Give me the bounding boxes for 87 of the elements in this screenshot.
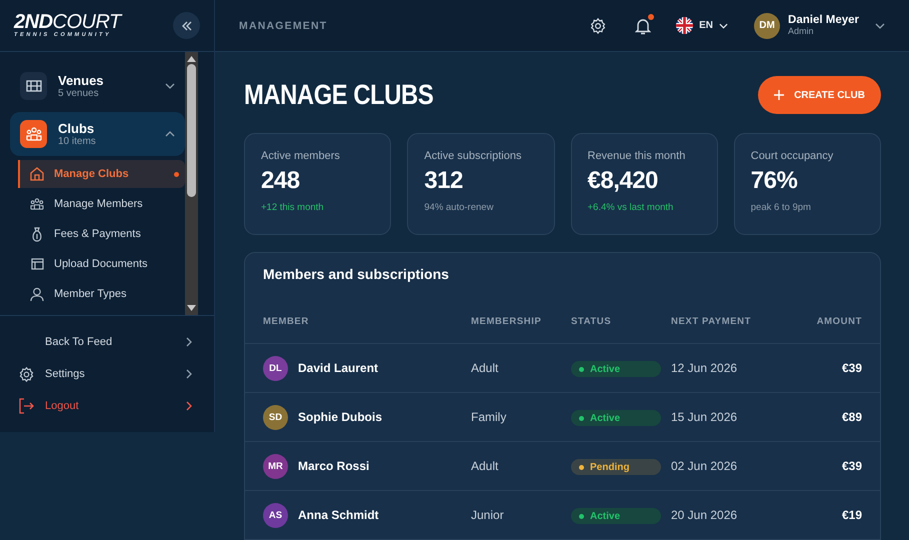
settings-icon	[18, 366, 35, 382]
stat-note: +6.4% vs last month	[588, 202, 674, 213]
money-bag-icon	[31, 226, 43, 242]
house-icon	[30, 167, 44, 181]
people-icon	[30, 198, 44, 210]
language-selector[interactable]: EN	[676, 17, 728, 34]
member-avatar: DL	[263, 356, 288, 380]
user-role: Admin	[788, 26, 815, 37]
logout-icon	[18, 398, 34, 414]
stat-note: peak 6 to 9pm	[750, 202, 812, 213]
member-name: Anna Schmidt	[298, 508, 379, 522]
chevron-right-icon	[186, 369, 192, 379]
scroll-up-arrow-icon[interactable]	[187, 56, 196, 62]
stat-value: 76%	[750, 167, 798, 195]
table-cell-text: Family	[471, 410, 508, 424]
nav-item[interactable]: Manage Clubs	[18, 160, 185, 188]
table-cell-text: 02 Jun 2026	[671, 459, 738, 473]
table-cell-text: Junior	[471, 508, 505, 522]
collapse-sidebar-button[interactable]	[173, 12, 200, 39]
member-avatar: AS	[263, 502, 288, 528]
table-cell-text: Adult	[471, 361, 500, 375]
column-header: MEMBERSHIP	[471, 316, 542, 326]
layout-icon	[30, 258, 44, 270]
column-header: STATUS	[571, 316, 612, 326]
table-cell-text: 15 Jun 2026	[671, 410, 738, 424]
flag-icon	[676, 17, 694, 34]
table-cell-text: 20 Jun 2026	[671, 508, 738, 522]
nav-item[interactable]: Upload Documents	[18, 250, 185, 278]
status-badge: Active	[571, 361, 661, 378]
sidebar-link[interactable]: Back To Feed	[0, 326, 214, 358]
nav-group[interactable]: Venues 5 venues	[10, 64, 185, 108]
table-cell-text: 12 Jun 2026	[671, 361, 738, 375]
member-name: Marco Rossi	[298, 459, 370, 473]
sidebar-link[interactable]: Settings	[0, 358, 214, 390]
stat-value: 312	[424, 167, 464, 195]
stat-label: Active members	[261, 150, 341, 162]
status-badge: Active	[571, 410, 661, 426]
chevron-right-icon	[186, 337, 192, 347]
stat-note: +12 this month	[261, 202, 325, 213]
chevron-down-icon	[719, 22, 728, 28]
table-cell: €39	[842, 361, 862, 375]
stat-label: Active subscriptions	[424, 150, 522, 162]
nav-group-count: 10 items	[58, 136, 97, 147]
nav-group[interactable]: Clubs 10 items	[10, 112, 185, 156]
section-title: MANAGEMENT	[239, 20, 328, 32]
table-title: Members and subscriptions	[262, 265, 450, 284]
chevron-icon[interactable]	[875, 22, 885, 28]
chevron-right-icon	[186, 401, 192, 411]
table-cell-text: Adult	[471, 459, 500, 473]
member-name: David Laurent	[298, 361, 378, 375]
scroll-down-arrow-icon[interactable]	[187, 305, 196, 311]
sidebar-link[interactable]: Logout	[0, 390, 214, 422]
stat-value: 248	[261, 167, 301, 195]
court-icon	[26, 80, 42, 92]
column-header: NEXT PAYMENT	[671, 316, 752, 326]
logo-wordmark: 2NDCOURT	[14, 12, 121, 32]
user-avatar: DM	[754, 12, 780, 38]
table-cell: €19	[842, 508, 862, 522]
stat-value: €8,420	[588, 167, 659, 195]
table-cell: €89	[842, 410, 862, 424]
people-icon	[26, 127, 42, 141]
status-badge: Pending	[571, 459, 661, 476]
nav-group-label: Venues	[58, 73, 105, 88]
member-name: Sophie Dubois	[298, 410, 382, 424]
chevron-icon	[165, 83, 175, 89]
status-badge: Active	[571, 508, 661, 524]
user-name: Daniel Meyer	[788, 14, 859, 27]
nav-group-count: 5 venues	[58, 88, 100, 99]
nav-item[interactable]: Member Types	[18, 280, 185, 308]
nav-item[interactable]: Manage Members	[18, 190, 185, 218]
stat-note: 94% auto-renew	[424, 202, 494, 213]
nav-group-label: Clubs	[58, 121, 96, 136]
nav-item[interactable]: Fees & Payments	[18, 220, 185, 248]
column-header: MEMBER	[263, 316, 310, 326]
page-title: MANAGE CLUBS	[244, 79, 434, 111]
stat-label: Revenue this month	[588, 150, 686, 162]
person-icon	[30, 286, 44, 302]
column-header: AMOUNT	[816, 316, 862, 326]
scrollbar[interactable]	[185, 52, 198, 315]
plus-icon	[774, 90, 784, 100]
active-dot	[174, 172, 179, 176]
member-avatar: MR	[263, 454, 288, 478]
member-avatar: SD	[263, 404, 288, 430]
table-cell: €39	[842, 459, 862, 473]
double-chevron-icon	[182, 20, 192, 30]
stat-label: Court occupancy	[750, 150, 834, 162]
chevron-icon	[165, 131, 175, 137]
